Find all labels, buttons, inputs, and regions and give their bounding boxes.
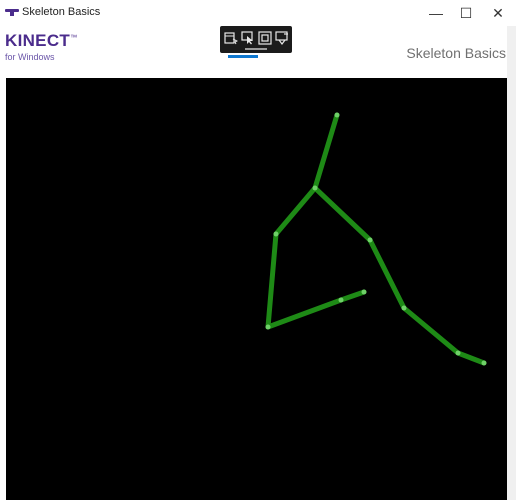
bone-neck-shoulderL xyxy=(273,185,318,237)
bone-kneeL-footL xyxy=(338,289,367,303)
skeleton-view xyxy=(265,112,487,366)
kinect-logo: KINECT™ xyxy=(5,31,78,50)
maximize-button[interactable]: ☐ xyxy=(450,0,482,26)
title-bar: Skeleton Basics — ☐ ✕ xyxy=(0,0,516,26)
frame-capture-icon[interactable] xyxy=(258,31,272,45)
window-right-edge xyxy=(507,26,516,500)
kinect-logo-text: KINECT xyxy=(5,31,71,50)
toolbar-active-indicator xyxy=(228,55,258,58)
joint-neck xyxy=(312,185,318,191)
select-pointer-icon[interactable] xyxy=(241,31,255,45)
bone-head-neck xyxy=(312,112,340,191)
kinect-sensor-icon xyxy=(5,9,19,16)
window-title: Skeleton Basics xyxy=(22,6,101,18)
bone-wristR-handR xyxy=(455,350,487,366)
bone-elbowR-wristR xyxy=(401,305,461,356)
minimize-button[interactable]: — xyxy=(420,0,452,26)
joint-shoulderL xyxy=(273,231,279,237)
debug-toolbar xyxy=(220,26,292,53)
joint-footL xyxy=(361,289,367,295)
joint-kneeL xyxy=(338,297,344,303)
close-icon: ✕ xyxy=(492,4,504,21)
page-title: Skeleton Basics xyxy=(406,45,506,61)
joint-wristR xyxy=(455,350,461,356)
track-toggle-icon[interactable] xyxy=(275,31,289,45)
maximize-icon: ☐ xyxy=(459,4,473,21)
kinect-logo-subtitle: for Windows xyxy=(5,52,55,62)
bone-shoulderR-elbowR xyxy=(367,237,407,311)
bone-shoulderL-hipL xyxy=(265,231,279,330)
bone-neck-shoulderR xyxy=(312,185,373,243)
skeleton-canvas xyxy=(6,78,507,500)
minimize-icon: — xyxy=(429,5,443,21)
close-button[interactable]: ✕ xyxy=(482,0,514,26)
joint-head xyxy=(334,112,340,118)
joint-handR xyxy=(481,360,487,366)
select-app-icon[interactable] xyxy=(224,31,238,45)
joint-hipL xyxy=(265,324,271,330)
toolbar-drag-handle[interactable] xyxy=(245,48,267,50)
bone-hipL-kneeL xyxy=(265,297,344,330)
joint-shoulderR xyxy=(367,237,373,243)
joint-elbowR xyxy=(401,305,407,311)
